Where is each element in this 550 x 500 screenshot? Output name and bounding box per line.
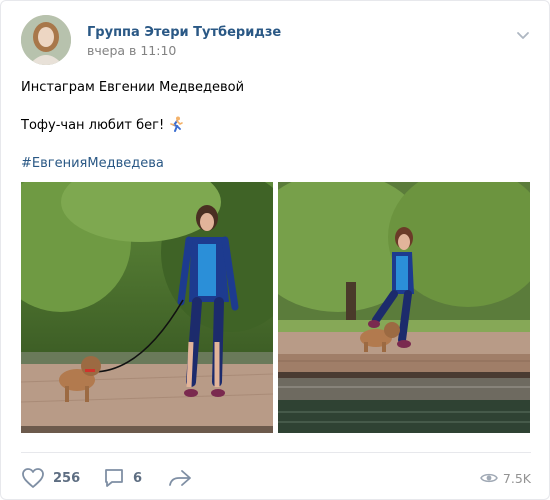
- post-text-line: Тофу-чан любит бег!: [21, 116, 244, 136]
- author-avatar[interactable]: [21, 15, 71, 65]
- like-count: 256: [53, 470, 81, 486]
- post-actions: 256 6 7.5K: [21, 463, 531, 493]
- author-name[interactable]: Группа Этери Тутберидзе: [87, 25, 281, 40]
- post-header: Группа Этери Тутберидзе вчера в 11:10: [21, 15, 531, 65]
- comment-button[interactable]: 6: [103, 463, 142, 493]
- hashtag-link[interactable]: #ЕвгенияМедведева: [21, 154, 244, 174]
- runner-emoji-icon: [168, 116, 184, 132]
- comment-count: 6: [133, 470, 143, 486]
- post-time[interactable]: вчера в 11:10: [87, 43, 176, 58]
- like-button[interactable]: 256: [21, 463, 80, 493]
- post-text: Инстаграм Евгении Медведевой Тофу-чан лю…: [21, 78, 244, 174]
- comment-icon: [105, 469, 123, 487]
- views-counter: 7.5K: [480, 463, 531, 493]
- footer-divider: [21, 452, 531, 453]
- post-photo[interactable]: [278, 182, 530, 433]
- share-button[interactable]: [167, 463, 193, 493]
- share-arrow-icon: [169, 470, 191, 486]
- chevron-down-icon[interactable]: [515, 27, 531, 43]
- post-card: Группа Этери Тутберидзе вчера в 11:10 Ин…: [0, 0, 550, 500]
- post-photo[interactable]: [21, 182, 273, 433]
- eye-icon: [480, 473, 498, 483]
- heart-icon: [22, 468, 44, 488]
- post-text-content: Тофу-чан любит бег!: [21, 118, 165, 133]
- photo-woman-with-dog: [21, 182, 273, 433]
- post-text-line: Инстаграм Евгении Медведевой: [21, 80, 245, 95]
- photo-running-with-dog: [278, 182, 530, 433]
- views-count: 7.5K: [502, 470, 531, 486]
